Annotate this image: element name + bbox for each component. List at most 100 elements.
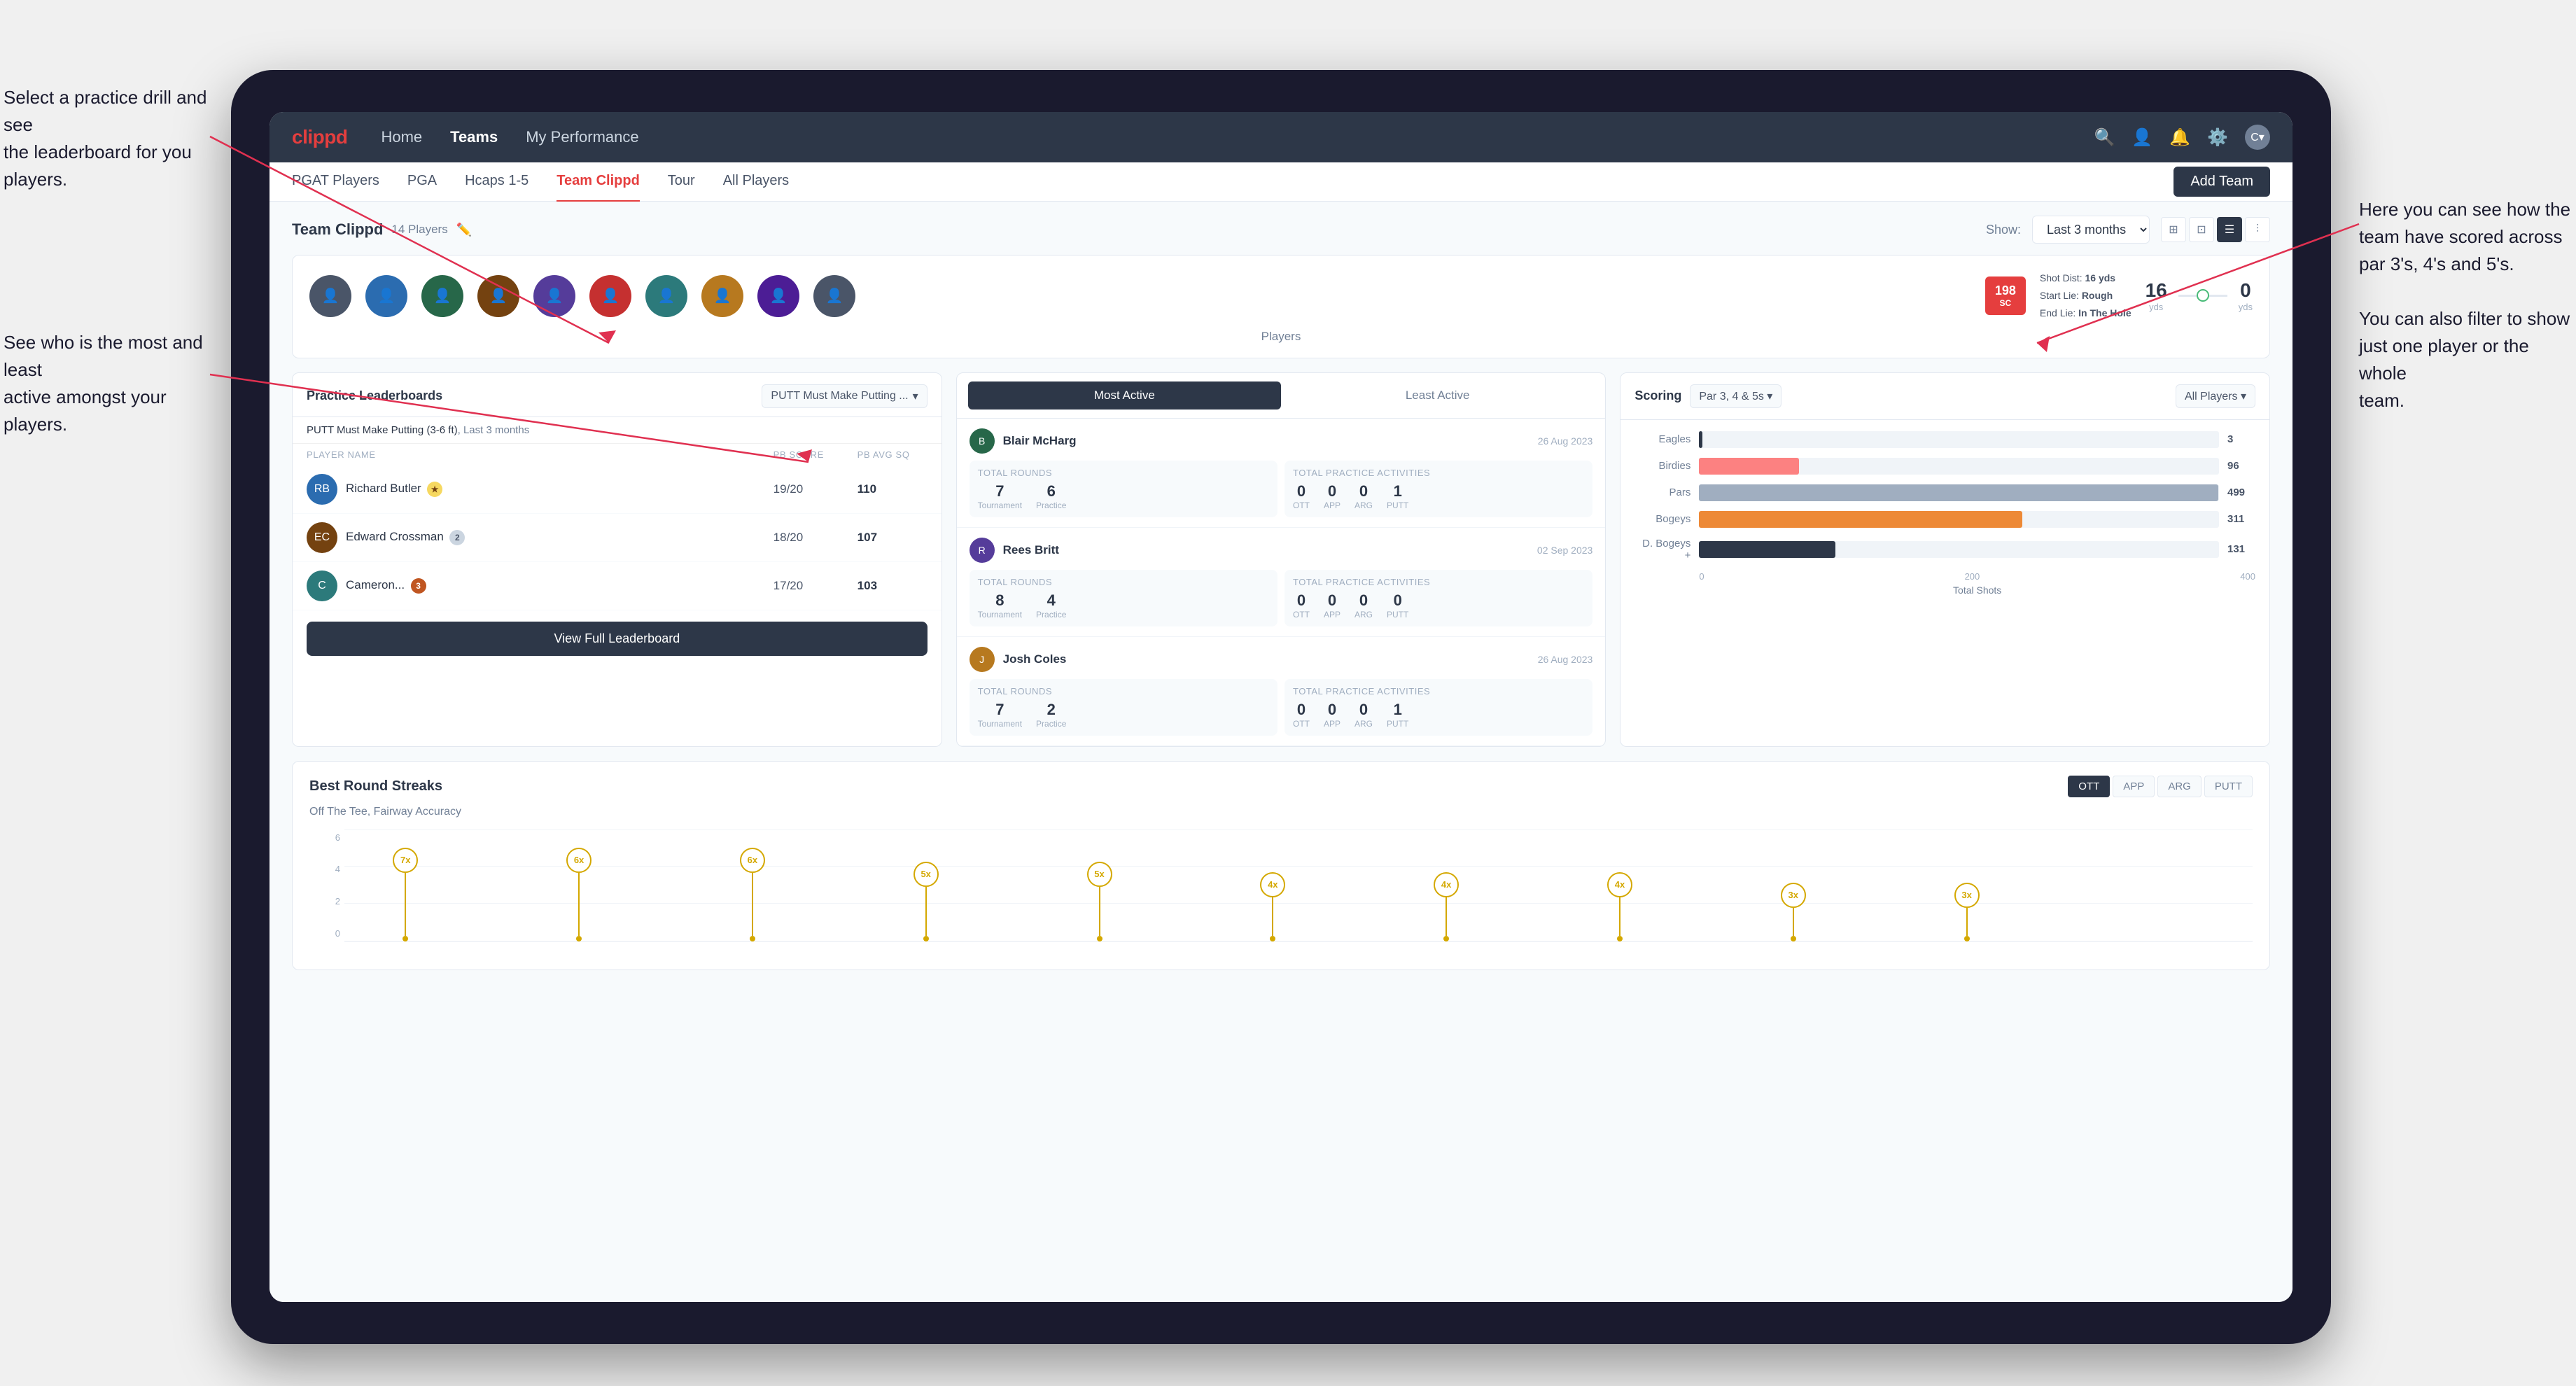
- player-avatar-1[interactable]: 👤: [309, 275, 351, 317]
- lb-badge-3: 3: [411, 578, 426, 594]
- search-icon[interactable]: 🔍: [2094, 127, 2115, 148]
- lb-avg-1: 110: [858, 482, 927, 496]
- annotation-top-right: Here you can see how theteam have scored…: [2359, 196, 2576, 414]
- bar-row-pars: Pars 499: [1634, 484, 2255, 501]
- scoring-filter-par[interactable]: Par 3, 4 & 5s ▾: [1690, 384, 1782, 408]
- streak-y-axis: 6 4 2 0: [309, 830, 344, 941]
- shot-details: Shot Dist: 16 yds Start Lie: Rough End L…: [2040, 270, 2132, 323]
- player-avatar-7[interactable]: 👤: [645, 275, 687, 317]
- players-row: 👤 👤 👤 👤 👤 👤 👤 👤 👤 👤: [309, 275, 855, 317]
- view-icons: ⊞ ⊡ ☰ ⫶: [2161, 217, 2270, 242]
- player-avatar-8[interactable]: 👤: [701, 275, 743, 317]
- subnav-pgat[interactable]: PGAT Players: [292, 162, 379, 202]
- bar-row-eagles: Eagles 3: [1634, 431, 2255, 448]
- subnav-pga[interactable]: PGA: [407, 162, 437, 202]
- act-rounds-group-2: Total Rounds 8 Tournament 4 Practice: [969, 570, 1278, 626]
- shot-badge-sub: SC: [1995, 298, 2016, 308]
- nav-item-home[interactable]: Home: [381, 122, 422, 152]
- tab-least-active[interactable]: Least Active: [1281, 382, 1594, 410]
- team-player-count: 14 Players: [391, 223, 447, 237]
- subnav: PGAT Players PGA Hcaps 1-5 Team Clippd T…: [270, 162, 2292, 202]
- annotation-bottom-left: See who is the most and leastactive amon…: [4, 329, 214, 438]
- pin-marker-1: 6x: [566, 848, 592, 941]
- player-avatar-10[interactable]: 👤: [813, 275, 855, 317]
- nav-item-performance[interactable]: My Performance: [526, 122, 638, 152]
- toggle-tabs: Most Active Least Active: [957, 373, 1606, 419]
- player-avatar-3[interactable]: 👤: [421, 275, 463, 317]
- tab-most-active[interactable]: Most Active: [968, 382, 1281, 410]
- pin-marker-7: 4x: [1607, 872, 1632, 941]
- view-grid2-icon[interactable]: ⊡: [2189, 217, 2214, 242]
- bell-icon[interactable]: 🔔: [2169, 127, 2190, 148]
- team-header: Team Clippd 14 Players ✏️ Show: Last 3 m…: [292, 216, 2270, 244]
- activity-player-row-3: J Josh Coles 26 Aug 2023: [969, 647, 1593, 672]
- leaderboard-filter[interactable]: PUTT Must Make Putting ... ▾: [762, 384, 927, 408]
- user-icon[interactable]: 👤: [2132, 127, 2152, 148]
- view-grid-icon[interactable]: ⊞: [2161, 217, 2186, 242]
- act-rounds-group-3: Total Rounds 7 Tournament 2 Practice: [969, 679, 1278, 736]
- subnav-team-clippd[interactable]: Team Clippd: [556, 162, 640, 202]
- streaks-filter-ott[interactable]: OTT: [2068, 776, 2110, 797]
- player-avatar-6[interactable]: 👤: [589, 275, 631, 317]
- subnav-hcaps[interactable]: Hcaps 1-5: [465, 162, 528, 202]
- team-title: Team Clippd 14 Players ✏️: [292, 220, 472, 239]
- navbar: clippd Home Teams My Performance 🔍 👤 🔔 ⚙…: [270, 112, 2292, 162]
- shot-right-val: 0: [2239, 279, 2253, 302]
- player-avatar-5[interactable]: 👤: [533, 275, 575, 317]
- act-avatar-1: B: [969, 428, 995, 454]
- streaks-filter-group: OTT APP ARG PUTT: [2068, 776, 2253, 797]
- scoring-title: Scoring: [1634, 388, 1681, 403]
- activity-player-row-2: R Rees Britt 02 Sep 2023: [969, 538, 1593, 563]
- shot-right-unit: yds: [2239, 302, 2253, 312]
- lb-avg-2: 107: [858, 531, 927, 545]
- lb-player-3: C Cameron... 3: [307, 570, 774, 601]
- team-name: Team Clippd: [292, 220, 383, 239]
- nav-item-teams[interactable]: Teams: [450, 122, 498, 152]
- streaks-section: Best Round Streaks OTT APP ARG PUTT Off …: [292, 761, 2270, 970]
- player-avatar-2[interactable]: 👤: [365, 275, 407, 317]
- main-content: Team Clippd 14 Players ✏️ Show: Last 3 m…: [270, 202, 2292, 1302]
- scoring-filter-players[interactable]: All Players ▾: [2176, 384, 2255, 408]
- activity-player-3: J Josh Coles 26 Aug 2023 Total Rounds 7: [957, 637, 1606, 746]
- annotation-top-left: Select a practice drill and seethe leade…: [4, 84, 214, 193]
- view-list-icon[interactable]: ☰: [2217, 217, 2242, 242]
- show-select[interactable]: Last 3 months Last 6 months Last year: [2032, 216, 2150, 244]
- activity-player-row-1: B Blair McHarg 26 Aug 2023: [969, 428, 1593, 454]
- avatar[interactable]: C▾: [2245, 125, 2270, 150]
- lb-avatar-3: C: [307, 570, 337, 601]
- act-name-2: Rees Britt: [1003, 543, 1529, 557]
- edit-icon[interactable]: ✏️: [456, 223, 472, 237]
- nav-icons: 🔍 👤 🔔 ⚙️ C▾: [2094, 125, 2270, 150]
- view-settings-icon[interactable]: ⫶: [2245, 217, 2270, 242]
- add-team-button[interactable]: Add Team: [2174, 167, 2270, 197]
- lb-row-3: C Cameron... 3 17/20 103: [293, 562, 941, 610]
- streaks-filter-app[interactable]: APP: [2113, 776, 2155, 797]
- leaderboard-subtitle: PUTT Must Make Putting (3-6 ft), Last 3 …: [293, 417, 941, 444]
- act-avatar-3: J: [969, 647, 995, 672]
- subnav-all-players[interactable]: All Players: [723, 162, 789, 202]
- bar-row-d.-bogeys-+: D. Bogeys + 131: [1634, 538, 2255, 561]
- act-activities-vals-1: 0 OTT 0 APP 0 ARG: [1293, 482, 1584, 510]
- chart-x-label: Total Shots: [1634, 584, 2255, 596]
- settings-icon[interactable]: ⚙️: [2207, 127, 2228, 148]
- view-full-leaderboard-button[interactable]: View Full Leaderboard: [307, 622, 927, 656]
- lb-badge-1: ★: [427, 482, 442, 497]
- act-date-1: 26 Aug 2023: [1538, 435, 1593, 447]
- act-rounds-label-1: Total Rounds: [978, 468, 1269, 478]
- lb-score-3: 17/20: [774, 579, 858, 593]
- leaderboard-title: Practice Leaderboards: [307, 388, 442, 403]
- lb-avg-3: 103: [858, 579, 927, 593]
- tablet-frame: clippd Home Teams My Performance 🔍 👤 🔔 ⚙…: [231, 70, 2331, 1344]
- subnav-tour[interactable]: Tour: [668, 162, 695, 202]
- pin-marker-2: 6x: [740, 848, 765, 941]
- streaks-filter-arg[interactable]: ARG: [2157, 776, 2202, 797]
- shot-left-unit: yds: [2146, 302, 2167, 312]
- player-avatar-9[interactable]: 👤: [757, 275, 799, 317]
- pin-marker-4: 5x: [1087, 862, 1112, 941]
- act-rounds-group-1: Total Rounds 7 Tournament 6 Practice: [969, 461, 1278, 517]
- streaks-filter-putt[interactable]: PUTT: [2204, 776, 2253, 797]
- shot-badge: 198: [1995, 284, 2016, 298]
- act-stats-2: Total Rounds 8 Tournament 4 Practice: [969, 570, 1593, 626]
- streaks-title: Best Round Streaks: [309, 778, 442, 794]
- player-avatar-4[interactable]: 👤: [477, 275, 519, 317]
